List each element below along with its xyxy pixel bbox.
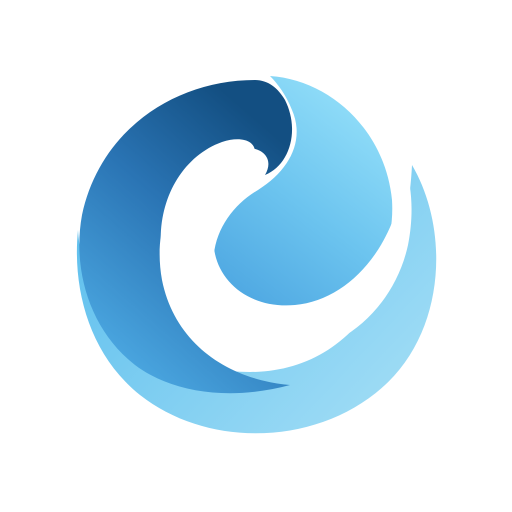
logo-canvas [0,0,512,512]
blue-swirl-logo-icon [76,76,437,434]
